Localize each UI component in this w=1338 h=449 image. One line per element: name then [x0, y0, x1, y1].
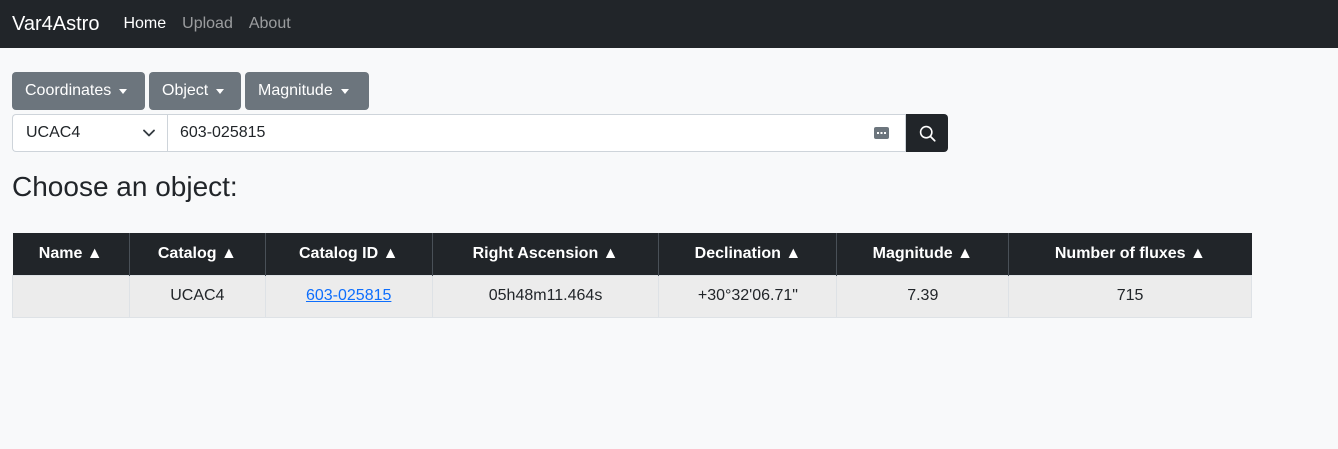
header-number-of-fluxes[interactable]: Number of fluxes ▲: [1009, 233, 1252, 275]
cell-magnitude: 7.39: [836, 274, 1010, 318]
search-input[interactable]: [180, 124, 780, 142]
results-table: Name ▲ Catalog ▲ Catalog ID ▲ Right Asce…: [12, 233, 1252, 318]
cell-right-ascension: 05h48m11.464s: [431, 274, 660, 318]
caret-down-icon: [119, 88, 128, 94]
header-name[interactable]: Name ▲: [12, 233, 130, 275]
table-row: UCAC4 603-025815 05h48m11.464s +30°32'06…: [12, 274, 1252, 318]
page-title: Choose an object:: [12, 171, 238, 202]
table-header-row: Name ▲ Catalog ▲ Catalog ID ▲ Right Asce…: [12, 233, 1252, 275]
search-field: [167, 114, 906, 152]
main-content: Coordinates Object Magnitude UCAC4 Choos…: [0, 48, 1338, 318]
brand-link[interactable]: Var4Astro: [12, 13, 99, 36]
nav-about[interactable]: About: [249, 15, 291, 33]
chevron-down-icon: [143, 129, 155, 137]
nav-upload[interactable]: Upload: [182, 15, 233, 33]
navbar: Var4Astro Home Upload About: [0, 0, 1338, 48]
header-right-ascension[interactable]: Right Ascension ▲: [432, 233, 660, 275]
nav-home[interactable]: Home: [123, 15, 166, 33]
magnitude-label: Magnitude: [258, 82, 333, 99]
cell-catalog: UCAC4: [128, 274, 266, 318]
catalog-id-link[interactable]: 603-025815: [306, 287, 391, 304]
caret-down-icon: [340, 88, 349, 94]
magnitude-dropdown-button[interactable]: Magnitude: [245, 72, 369, 110]
cell-catalog-id: 603-025815: [264, 274, 433, 318]
caret-down-icon: [216, 88, 225, 94]
cell-name: [12, 274, 130, 318]
coordinates-label: Coordinates: [25, 82, 112, 99]
search-group: UCAC4: [12, 114, 948, 152]
header-catalog-id[interactable]: Catalog ID ▲: [265, 233, 433, 275]
catalog-select-value: UCAC4: [26, 124, 81, 141]
coordinates-dropdown-button[interactable]: Coordinates: [12, 72, 145, 110]
cell-number-of-fluxes: 715: [1008, 274, 1252, 318]
filter-buttons: Coordinates Object Magnitude: [12, 72, 1326, 110]
keyboard-icon[interactable]: [874, 127, 889, 139]
search-icon: [919, 125, 936, 142]
object-dropdown-button[interactable]: Object: [149, 72, 241, 110]
header-declination[interactable]: Declination ▲: [658, 233, 838, 275]
catalog-select[interactable]: UCAC4: [12, 114, 167, 152]
cell-declination: +30°32'06.71": [658, 274, 838, 318]
header-magnitude[interactable]: Magnitude ▲: [836, 233, 1010, 275]
search-button[interactable]: [906, 114, 948, 152]
object-label: Object: [162, 82, 209, 99]
header-catalog[interactable]: Catalog ▲: [129, 233, 266, 275]
